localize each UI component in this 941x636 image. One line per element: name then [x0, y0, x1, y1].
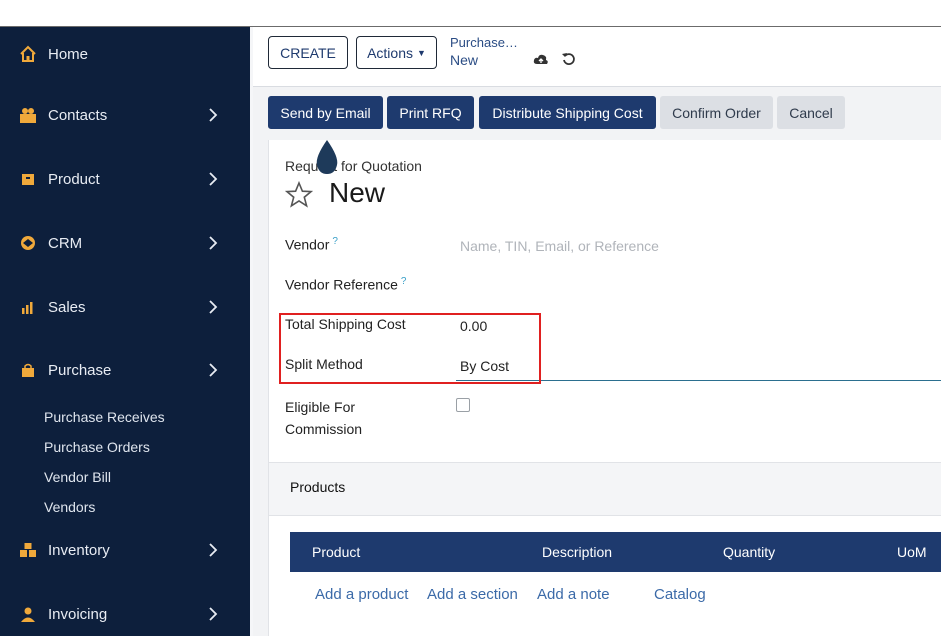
product-box-icon	[18, 169, 38, 189]
actions-label: Actions	[367, 44, 413, 61]
vendor-label-text: Vendor	[285, 236, 330, 253]
chevron-right-icon	[209, 108, 218, 122]
chevron-right-icon	[209, 172, 218, 186]
highlight-annotation-box	[279, 313, 541, 384]
sidebar-item-crm[interactable]: CRM	[0, 223, 250, 263]
create-button[interactable]: CREATE	[268, 36, 348, 69]
column-header-quantity[interactable]: Quantity	[723, 544, 775, 560]
sidebar-subitem-purchase-receives[interactable]: Purchase Receives	[44, 409, 165, 425]
chevron-right-icon	[209, 543, 218, 557]
eligible-for-commission-label: Eligible For Commission	[285, 396, 362, 440]
cancel-button[interactable]: Cancel	[777, 96, 845, 129]
status-bar: Send by Email Print RFQ Distribute Shipp…	[253, 87, 941, 139]
send-by-email-button[interactable]: Send by Email	[268, 96, 383, 129]
breadcrumb-parent-link[interactable]: Purchase…	[450, 35, 518, 50]
confirm-order-button[interactable]: Confirm Order	[660, 96, 773, 129]
eligible-label-line-2: Commission	[285, 421, 363, 437]
sidebar-item-label: Purchase	[48, 361, 112, 379]
cloud-upload-icon[interactable]	[533, 51, 549, 67]
column-header-description[interactable]: Description	[542, 544, 612, 560]
eligible-for-commission-checkbox[interactable]	[456, 398, 470, 412]
sidebar-item-label: Product	[48, 170, 100, 188]
control-panel: CREATE Actions ▼ Purchase… New	[253, 27, 941, 87]
vendor-input[interactable]: Name, TIN, Email, or Reference	[460, 238, 659, 254]
discard-undo-icon[interactable]	[561, 51, 577, 67]
sidebar-item-label: CRM	[48, 234, 83, 252]
sidebar-item-label: Invoicing	[48, 605, 108, 623]
vendor-reference-input[interactable]	[460, 276, 660, 294]
shopping-bag-icon	[18, 360, 38, 380]
sidebar-item-product[interactable]: Product	[0, 159, 250, 199]
sidebar-item-purchase[interactable]: Purchase	[0, 350, 250, 390]
bar-chart-icon	[18, 297, 38, 317]
sidebar-subitem-vendor-bill[interactable]: Vendor Bill	[44, 469, 111, 485]
sidebar-item-inventory[interactable]: Inventory	[0, 530, 250, 570]
breadcrumb-current: New	[450, 52, 479, 68]
column-header-product[interactable]: Product	[312, 544, 360, 560]
eligible-label-line-1: Eligible For	[285, 399, 356, 415]
caret-down-icon: ▼	[417, 47, 426, 58]
chevron-right-icon	[209, 300, 218, 314]
home-icon	[18, 44, 38, 64]
print-rfq-button[interactable]: Print RFQ	[387, 96, 474, 129]
help-tooltip-icon[interactable]: ?	[332, 236, 338, 247]
vendor-label: Vendor?	[285, 236, 338, 253]
favorite-star-icon[interactable]	[285, 181, 313, 209]
sidebar-item-label: Sales	[48, 298, 86, 316]
sidebar-item-label: Inventory	[48, 541, 110, 559]
actions-dropdown[interactable]: Actions ▼	[356, 36, 437, 69]
vendor-reference-label: Vendor Reference?	[285, 276, 406, 293]
notebook-header	[269, 462, 941, 516]
browser-top-strip	[0, 0, 941, 27]
chevron-right-icon	[209, 236, 218, 250]
sidebar-item-label: Home	[48, 45, 89, 63]
sidebar-item-label: Contacts	[48, 106, 108, 124]
help-tooltip-icon[interactable]: ?	[401, 276, 407, 287]
user-icon	[18, 604, 38, 624]
chevron-right-icon	[209, 363, 218, 377]
catalog-link[interactable]: Catalog	[654, 586, 706, 603]
sidebar-item-home[interactable]: Home	[0, 34, 250, 74]
document-title: New	[329, 177, 386, 208]
chevron-right-icon	[209, 607, 218, 621]
add-section-link[interactable]: Add a section	[427, 586, 518, 603]
sidebar-subitem-vendors[interactable]: Vendors	[44, 499, 95, 515]
column-header-uom[interactable]: UoM	[897, 544, 927, 560]
handshake-icon	[18, 233, 38, 253]
add-note-link[interactable]: Add a note	[537, 586, 610, 603]
order-lines-header	[290, 532, 941, 572]
sidebar-subitem-purchase-orders[interactable]: Purchase Orders	[44, 439, 150, 455]
contacts-icon	[18, 105, 38, 125]
tab-products[interactable]: Products	[290, 479, 345, 495]
add-product-link[interactable]: Add a product	[315, 586, 408, 603]
sidebar-item-contacts[interactable]: Contacts	[0, 95, 250, 135]
inventory-icon	[18, 540, 38, 560]
vendor-reference-label-text: Vendor Reference	[285, 276, 398, 293]
cursor-drop-marker	[316, 140, 338, 174]
sidebar-item-invoicing[interactable]: Invoicing	[0, 594, 250, 634]
sidebar-item-sales[interactable]: Sales	[0, 287, 250, 327]
document-subtitle: Request for Quotation	[285, 158, 422, 174]
distribute-shipping-cost-button[interactable]: Distribute Shipping Cost	[479, 96, 656, 129]
